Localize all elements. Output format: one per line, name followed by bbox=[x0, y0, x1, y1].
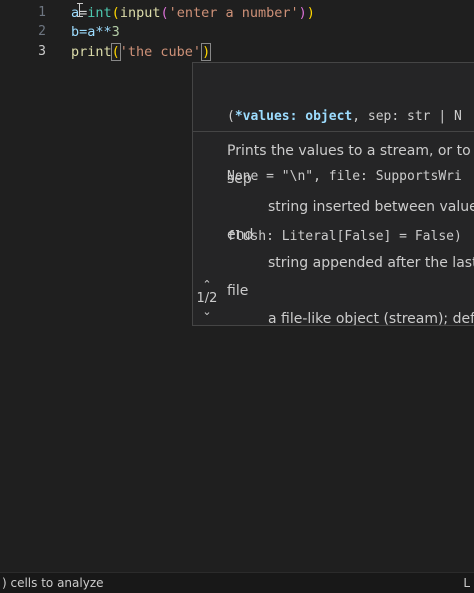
token: ( bbox=[110, 43, 121, 61]
divider bbox=[193, 131, 474, 132]
token: a bbox=[71, 5, 80, 21]
mouse-ibeam-icon bbox=[77, 3, 83, 17]
doc-description: Prints the values to a stream, or to sys bbox=[227, 143, 474, 159]
token: ) bbox=[298, 5, 307, 21]
param-desc: string appended after the last v bbox=[268, 255, 474, 271]
token: 3 bbox=[111, 24, 120, 40]
line-number: 2 bbox=[38, 24, 46, 39]
sig-part: flush: Literal[False] = False) bbox=[227, 229, 462, 244]
token: 'the cube' bbox=[119, 44, 202, 60]
token: input bbox=[119, 5, 161, 21]
code-line-3[interactable]: print('the cube') bbox=[71, 42, 212, 62]
token: ( bbox=[111, 5, 120, 21]
signature-text: (*values: object, sep: str | N None = "\… bbox=[227, 67, 462, 287]
token: ) bbox=[201, 43, 212, 61]
line-number: 1 bbox=[38, 5, 46, 20]
signature-line: flush: Literal[False] = False) bbox=[227, 227, 462, 247]
code-line-1[interactable]: a=int(input('enter a number')) bbox=[71, 3, 315, 23]
code-line-2[interactable]: b=a**3 bbox=[71, 22, 120, 42]
chevron-up-icon[interactable]: ⌃ bbox=[193, 279, 221, 291]
sig-part: None = "\n", file: SupportsWri bbox=[227, 169, 462, 184]
status-cells-to-analyze[interactable]: ) cells to analyze bbox=[2, 573, 104, 593]
overload-counter: 1/2 bbox=[196, 291, 218, 306]
param-name: file bbox=[227, 283, 249, 299]
param-name: sep bbox=[227, 171, 252, 187]
token: ( bbox=[160, 5, 169, 21]
status-line-indicator[interactable]: L bbox=[463, 573, 470, 593]
active-parameter: *values: object bbox=[234, 109, 353, 124]
param-desc: a file-like object (stream); defau bbox=[268, 311, 474, 326]
code-editor[interactable]: 1 2 3 a=int(input('enter a number')) b=a… bbox=[0, 0, 474, 572]
signature-line: (*values: object, sep: str | N bbox=[227, 107, 462, 127]
param-name: end bbox=[227, 227, 254, 243]
token: b=a** bbox=[71, 24, 112, 40]
sig-part: ( bbox=[227, 109, 235, 124]
sig-part: , sep: str | N bbox=[352, 109, 462, 124]
signature-line: None = "\n", file: SupportsWri bbox=[227, 167, 462, 187]
token: ) bbox=[306, 5, 315, 21]
status-bar: ) cells to analyze L bbox=[0, 572, 474, 593]
chevron-down-icon[interactable]: ⌄ bbox=[193, 306, 221, 318]
token: print bbox=[71, 44, 112, 60]
param-desc: string inserted between values, bbox=[268, 199, 474, 215]
line-number: 3 bbox=[38, 44, 46, 59]
token: int bbox=[87, 5, 112, 21]
overload-pager: ⌃ 1/2 ⌄ bbox=[193, 279, 221, 318]
token: 'enter a number' bbox=[168, 5, 299, 21]
signature-help-popup: (*values: object, sep: str | N None = "\… bbox=[192, 62, 474, 326]
